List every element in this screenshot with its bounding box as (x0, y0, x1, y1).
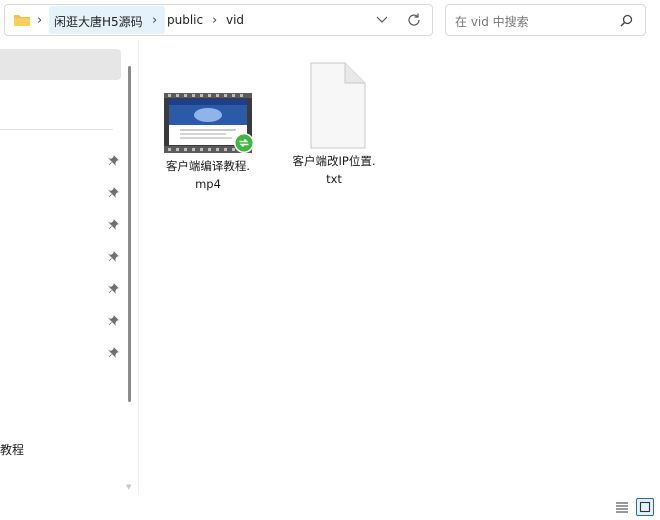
breadcrumb-separator-icon: › (152, 13, 158, 28)
breadcrumb-item[interactable]: vid (226, 13, 244, 27)
file-name: 客户端编译教程. (165, 159, 251, 173)
pin-icon[interactable] (108, 187, 119, 198)
chevron-down-icon[interactable] (376, 15, 388, 25)
pin-icon[interactable] (108, 347, 119, 358)
large-icons-view-icon (639, 501, 651, 513)
search-icon[interactable] (620, 14, 633, 27)
search-box[interactable]: 在 vid 中搜索 (445, 4, 646, 36)
pin-icon[interactable] (108, 219, 119, 230)
breadcrumb-separator-icon: › (37, 13, 43, 28)
nav-item-label[interactable]: 教程 (0, 441, 24, 458)
nav-divider (0, 129, 113, 130)
refresh-icon[interactable] (406, 12, 422, 28)
nav-item-selected[interactable] (0, 49, 121, 80)
file-extension: txt (326, 172, 342, 186)
nav-scrollbar-thumb[interactable] (128, 66, 131, 402)
pin-icon[interactable] (108, 155, 119, 166)
pin-icon[interactable] (108, 251, 119, 262)
large-icons-view-button[interactable] (636, 498, 654, 516)
video-thumbnail-icon (164, 93, 254, 153)
folder-icon (14, 15, 30, 26)
scroll-down-arrow-icon[interactable]: ▼ (126, 483, 131, 491)
search-input[interactable]: 在 vid 中搜索 (455, 13, 529, 30)
address-bar[interactable]: › 闲逛大唐H5源码 › public › vid (4, 4, 433, 36)
status-bar (0, 495, 660, 520)
details-view-icon[interactable] (613, 498, 631, 516)
file-item[interactable]: 客户端编译教程. mp4 (155, 88, 261, 193)
breadcrumb-separator-icon: › (212, 13, 218, 28)
text-document-icon (310, 62, 366, 149)
breadcrumb-item[interactable]: public (167, 13, 203, 27)
file-name: 客户端改IP位置. (292, 154, 376, 168)
pin-icon[interactable] (108, 315, 119, 326)
pane-splitter[interactable] (138, 40, 139, 495)
file-extension: mp4 (195, 177, 221, 191)
file-item[interactable]: 客户端改IP位置. txt (281, 62, 387, 188)
navigation-pane: 教程 (0, 40, 125, 495)
pin-icon[interactable] (108, 283, 119, 294)
breadcrumb-item[interactable]: 闲逛大唐H5源码 (54, 13, 143, 30)
sync-badge-icon (235, 134, 253, 152)
